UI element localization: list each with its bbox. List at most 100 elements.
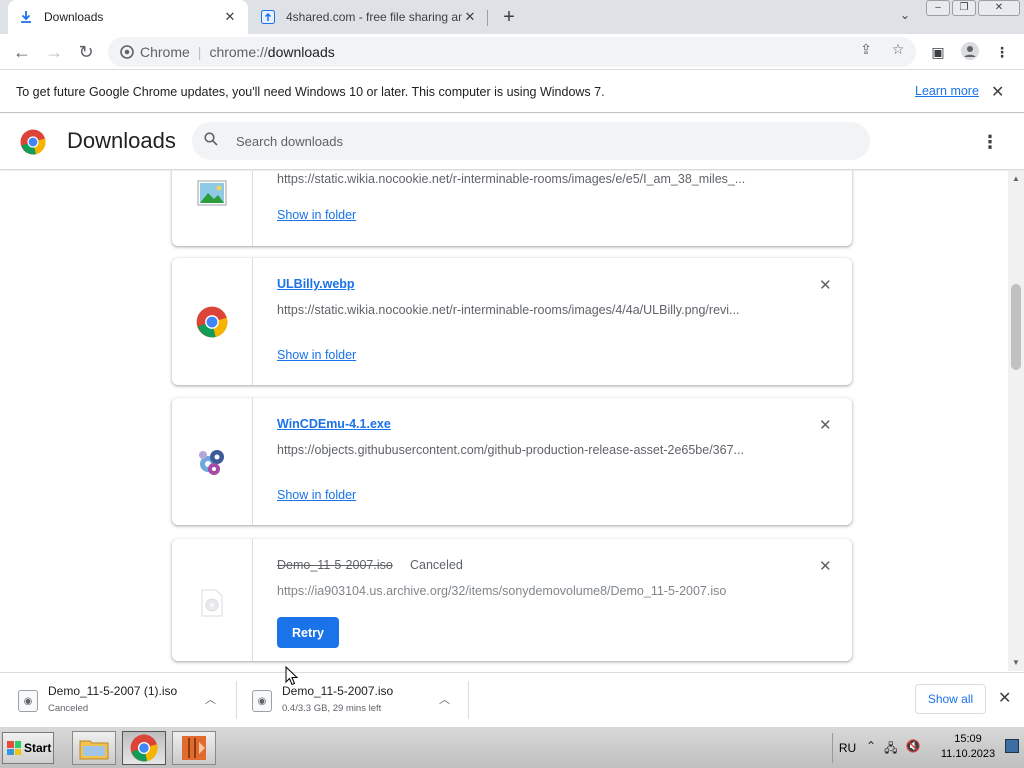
download-url: https://objects.githubusercontent.com/gi… bbox=[277, 443, 744, 457]
url-scheme: chrome:// bbox=[209, 44, 268, 60]
language-indicator[interactable]: RU bbox=[832, 733, 862, 763]
scroll-down-icon[interactable]: ▼ bbox=[1012, 658, 1020, 667]
profile-avatar-icon[interactable] bbox=[960, 42, 980, 62]
tab-close-icon[interactable]: ✕ bbox=[222, 9, 238, 25]
shelf-divider bbox=[468, 681, 469, 719]
learn-more-link[interactable]: Learn more bbox=[915, 84, 979, 98]
new-tab-icon[interactable]: + bbox=[498, 6, 520, 28]
show-desktop-icon[interactable] bbox=[1005, 739, 1019, 753]
forward-arrow-icon[interactable]: → bbox=[42, 40, 66, 64]
tab-divider bbox=[487, 10, 488, 26]
show-all-button[interactable]: Show all bbox=[915, 684, 986, 714]
download-card: Demo_11-5-2007.iso Canceled https://ia90… bbox=[172, 539, 852, 661]
start-button[interactable]: Start bbox=[2, 732, 54, 764]
tab-strip: Downloads ✕ 4shared.com - free file shar… bbox=[0, 0, 1024, 34]
shelf-item[interactable]: ◉ Demo_11-5-2007.iso 0.4/3.3 GB, 29 mins… bbox=[234, 679, 466, 721]
chrome-file-icon bbox=[196, 306, 228, 337]
share-icon[interactable]: ⇪ bbox=[858, 41, 874, 57]
shelf-file-status: 0.4/3.3 GB, 29 mins left bbox=[282, 703, 382, 714]
tab-search-chevron-icon[interactable]: ⌄ bbox=[896, 8, 914, 26]
bookmark-star-icon[interactable]: ☆ bbox=[890, 41, 906, 57]
address-bar[interactable]: Chrome | chrome:// downloads bbox=[108, 37, 916, 67]
scroll-up-icon[interactable]: ▲ bbox=[1012, 174, 1020, 183]
download-url: https://static.wikia.nocookie.net/r-inte… bbox=[277, 172, 746, 186]
shelf-file-name: Demo_11-5-2007 (1).iso bbox=[48, 684, 178, 698]
show-in-folder-link[interactable]: Show in folder bbox=[277, 208, 356, 222]
tab-downloads[interactable]: Downloads ✕ bbox=[8, 0, 248, 34]
file-name: Demo_11-5-2007.iso bbox=[277, 558, 393, 572]
site-label: Chrome bbox=[140, 44, 190, 60]
file-icon-column bbox=[172, 171, 253, 246]
search-icon bbox=[204, 132, 224, 150]
retry-button[interactable]: Retry bbox=[277, 617, 339, 648]
explorer-taskbar-icon[interactable] bbox=[72, 731, 116, 765]
file-icon-column bbox=[172, 398, 253, 525]
url-path: downloads bbox=[267, 44, 335, 60]
search-input[interactable] bbox=[236, 133, 836, 149]
minimize-icon[interactable]: ‒ bbox=[926, 0, 950, 16]
side-panel-icon[interactable]: ▣ bbox=[928, 42, 948, 62]
download-shelf: ◉ Demo_11-5-2007 (1).iso Canceled ︿ ◉ De… bbox=[0, 672, 1024, 726]
remove-download-icon[interactable]: ✕ bbox=[819, 416, 832, 434]
clock-time: 15:09 bbox=[954, 733, 982, 745]
restore-icon[interactable]: ❐ bbox=[952, 0, 976, 16]
taskbar-clock[interactable]: 15:09 11.10.2023 bbox=[935, 732, 1001, 762]
more-actions-icon[interactable]: ⋮ bbox=[980, 130, 1000, 154]
chrome-taskbar-icon[interactable] bbox=[122, 731, 166, 765]
chrome-site-icon bbox=[120, 45, 134, 59]
image-file-icon bbox=[197, 180, 227, 206]
window-controls: ‒ ❐ ✕ bbox=[926, 0, 1020, 18]
download-icon bbox=[18, 9, 34, 25]
volume-muted-icon[interactable]: 🔇 bbox=[905, 739, 920, 760]
infobar-close-icon[interactable]: ✕ bbox=[991, 82, 1004, 102]
start-label: Start bbox=[24, 741, 52, 755]
scrollbar-thumb[interactable] bbox=[1011, 284, 1021, 370]
clock-date: 11.10.2023 bbox=[940, 748, 996, 760]
page-title: Downloads bbox=[67, 128, 176, 153]
show-in-folder-link[interactable]: Show in folder bbox=[277, 348, 356, 362]
file-icon-column bbox=[172, 539, 253, 661]
4shared-upload-icon bbox=[260, 9, 276, 25]
tab-title: Downloads bbox=[44, 10, 104, 24]
show-hidden-icons-icon[interactable]: ⌃ bbox=[866, 739, 876, 760]
tab-close-icon[interactable]: ✕ bbox=[462, 9, 478, 25]
chevron-up-icon[interactable]: ︿ bbox=[205, 691, 216, 707]
download-card: ULBilly.webp https://static.wikia.nocook… bbox=[172, 258, 852, 385]
tab-title: 4shared.com - free file sharing and bbox=[286, 10, 462, 24]
disc-file-icon: ◉ bbox=[18, 690, 38, 712]
download-url: https://static.wikia.nocookie.net/r-inte… bbox=[277, 303, 740, 317]
downloads-header: Downloads ⋮ bbox=[0, 114, 1024, 170]
mouse-cursor-icon bbox=[285, 666, 299, 686]
file-name-link[interactable]: WinCDEmu-4.1.exe bbox=[277, 417, 391, 431]
download-url: https://ia903104.us.archive.org/32/items… bbox=[277, 584, 727, 598]
file-icon-column bbox=[172, 258, 253, 385]
tab-4shared[interactable]: 4shared.com - free file sharing and ✕ bbox=[250, 0, 488, 34]
download-card: https://static.wikia.nocookie.net/r-inte… bbox=[172, 171, 852, 246]
remove-download-icon[interactable]: ✕ bbox=[819, 276, 832, 294]
reload-icon[interactable]: ↻ bbox=[74, 40, 98, 64]
network-icon[interactable]: 🖧 bbox=[884, 739, 897, 760]
chevron-up-icon[interactable]: ︿ bbox=[439, 691, 450, 707]
close-shelf-icon[interactable]: ✕ bbox=[998, 688, 1011, 708]
disc-file-icon: ◉ bbox=[252, 690, 272, 712]
back-arrow-icon[interactable]: ← bbox=[10, 40, 34, 64]
infobar-message: To get future Google Chrome updates, you… bbox=[16, 84, 605, 99]
shelf-file-status: Canceled bbox=[48, 703, 89, 714]
update-infobar: To get future Google Chrome updates, you… bbox=[0, 71, 1024, 113]
remove-download-icon[interactable]: ✕ bbox=[819, 557, 832, 575]
media-player-taskbar-icon[interactable] bbox=[172, 731, 216, 765]
show-in-folder-link[interactable]: Show in folder bbox=[277, 488, 356, 502]
chrome-logo-icon bbox=[20, 129, 46, 155]
file-name-link[interactable]: ULBilly.webp bbox=[277, 277, 355, 291]
page-scrollbar[interactable]: ▲ ▼ bbox=[1008, 171, 1024, 671]
system-tray: ⌃ 🖧 🔇 bbox=[866, 739, 920, 760]
omnibox-separator: | bbox=[197, 44, 202, 60]
shelf-file-name: Demo_11-5-2007.iso bbox=[282, 684, 394, 698]
download-status: Canceled bbox=[410, 558, 463, 572]
download-card: WinCDEmu-4.1.exe https://objects.githubu… bbox=[172, 398, 852, 525]
windows-logo-icon bbox=[7, 741, 21, 755]
menu-kebab-icon[interactable]: ⋮ bbox=[992, 42, 1012, 62]
shelf-item[interactable]: ◉ Demo_11-5-2007 (1).iso Canceled ︿ bbox=[0, 679, 232, 721]
search-downloads[interactable] bbox=[192, 122, 870, 160]
window-close-icon[interactable]: ✕ bbox=[978, 0, 1020, 16]
